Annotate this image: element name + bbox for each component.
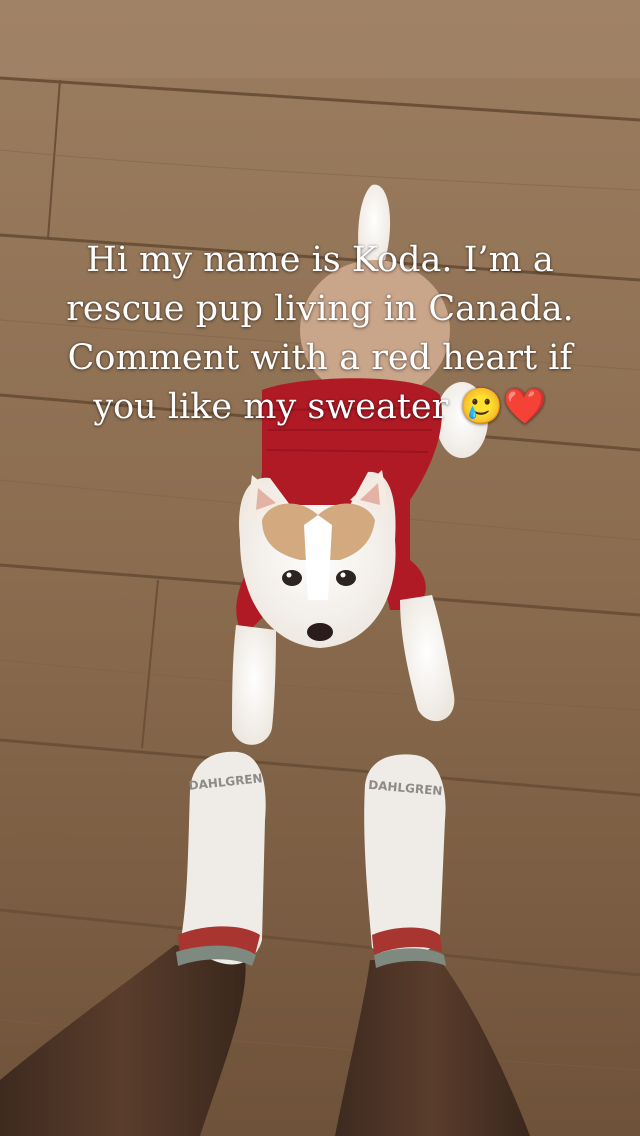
story-caption: Hi my name is Koda. I’m a rescue pup liv… xyxy=(30,236,610,432)
caption-line: you like my sweater 🥲❤️ xyxy=(93,387,547,427)
caption-line: rescue pup living in Canada. xyxy=(66,289,574,329)
photo-scene: DAHLGREN DAHLGREN xyxy=(0,0,640,1136)
caption-line: Hi my name is Koda. I’m a xyxy=(86,240,554,280)
photo-illustration: DAHLGREN DAHLGREN xyxy=(0,0,640,1136)
caption-line: Comment with a red heart if xyxy=(67,338,573,378)
